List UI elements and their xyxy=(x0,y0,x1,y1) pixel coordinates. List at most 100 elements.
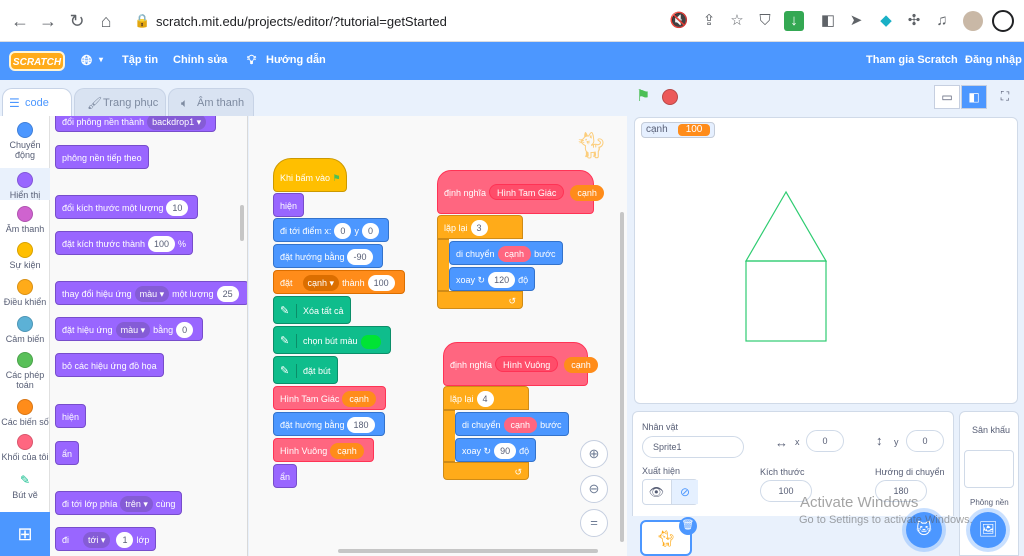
category-motion[interactable]: Chuyển động xyxy=(0,122,50,160)
block-set-size[interactable]: đặt kích thước thành 100% xyxy=(55,231,194,255)
download-icon[interactable]: ↓ xyxy=(784,11,804,31)
turn-degrees-input[interactable]: 90 xyxy=(494,443,517,459)
parameter-reporter[interactable]: cạnh xyxy=(564,357,598,373)
block-when-flag-clicked[interactable]: Khi bấm vào ⚑ xyxy=(273,158,347,192)
block-turn-right[interactable]: xoay ↻ 90 độ xyxy=(455,438,537,462)
tab-code[interactable]: ☰ code xyxy=(2,88,72,116)
block-move-steps[interactable]: di chuyển cạnh bước xyxy=(455,412,569,436)
horizontal-scrollbar[interactable] xyxy=(338,549,598,553)
block-turn-right[interactable]: xoay ↻ 120 độ xyxy=(449,267,536,291)
block-point-direction[interactable]: đặt hướng bằng -90 xyxy=(273,244,383,268)
block-call-square[interactable]: Hình Vuông cạnh xyxy=(273,438,374,462)
argument-reporter[interactable]: cạnh xyxy=(342,391,376,407)
category-pen[interactable]: ✎ Bút vẽ xyxy=(0,472,50,500)
share-icon[interactable]: ⇪ xyxy=(699,11,719,31)
arrow-right-icon[interactable]: → xyxy=(38,11,58,31)
block-hide[interactable]: ẩn xyxy=(273,464,298,488)
join-scratch-link[interactable]: Tham gia Scratch xyxy=(866,54,958,66)
argument-reporter[interactable]: cạnh xyxy=(497,246,532,262)
sprite-name-input[interactable]: Sprite1 xyxy=(642,436,744,458)
cursor-icon[interactable]: ➤ xyxy=(846,11,866,31)
reload-icon[interactable]: ↻ xyxy=(67,11,87,31)
tab-costumes[interactable]: 🖌︎ Trang phục xyxy=(74,88,166,116)
x-input[interactable]: 0 xyxy=(806,430,844,452)
argument-reporter[interactable]: cạnh xyxy=(330,443,364,459)
zoom-reset-button[interactable]: = xyxy=(580,509,608,537)
arrow-left-icon[interactable]: ← xyxy=(10,11,30,31)
block-set-variable[interactable]: đặt cạnh ▾ thành 100 xyxy=(273,270,405,294)
repeat-count-input[interactable]: 4 xyxy=(476,391,494,407)
extension-gem-icon[interactable]: ◆ xyxy=(876,11,896,31)
palette-scrollbar[interactable] xyxy=(240,205,244,241)
zoom-in-button[interactable]: ⊕ xyxy=(580,440,608,468)
block-goto-layer[interactable]: đi tới lớp phía trên ▾ cùng xyxy=(55,491,183,515)
category-operators[interactable]: Các phép toán xyxy=(0,352,50,390)
effect-dropdown[interactable]: màu ▾ xyxy=(134,286,170,302)
mute-icon[interactable]: 🔇 xyxy=(669,11,689,31)
x-input[interactable]: 0 xyxy=(334,223,352,239)
shield-icon[interactable]: ⛉ xyxy=(755,11,775,31)
profile-avatar[interactable] xyxy=(963,11,983,31)
block-erase-all[interactable]: ✎ Xóa tất cả xyxy=(273,296,351,324)
effect-amount-input[interactable]: 25 xyxy=(216,286,239,302)
category-looks[interactable]: Hiển thị xyxy=(0,168,50,200)
block-repeat[interactable]: lặp lại 4 xyxy=(443,386,529,410)
direction-dropdown[interactable]: tới ▾ xyxy=(83,532,111,548)
stop-button[interactable] xyxy=(662,89,678,105)
account-circle-icon[interactable] xyxy=(992,10,1014,32)
argument-reporter[interactable]: cạnh xyxy=(503,417,538,433)
star-icon[interactable]: ☆ xyxy=(727,11,747,31)
layers-input[interactable]: 1 xyxy=(116,532,134,548)
block-change-size[interactable]: đổi kích thước một lượng 10 xyxy=(55,195,199,219)
block-go-layers[interactable]: đi tới ▾ 1 lớp xyxy=(55,527,157,551)
block-define-square[interactable]: định nghĩa Hình Vuông cạnh xyxy=(443,342,598,386)
backdrop-thumbnail[interactable] xyxy=(964,450,1014,488)
block-repeat[interactable]: lặp lại 3 xyxy=(437,215,523,239)
block-point-direction[interactable]: đặt hướng bằng 180 xyxy=(273,412,385,436)
backdrop-dropdown[interactable]: backdrop1 ▾ xyxy=(147,116,207,130)
tab-sounds[interactable]: 🔈︎ Âm thanh xyxy=(168,88,254,116)
block-define-triangle[interactable]: định nghĩa Hình Tam Giác cạnh xyxy=(437,170,604,214)
stage[interactable]: cạnh 100 xyxy=(634,117,1018,404)
block-goto-xy[interactable]: đi tới điểm x: 0 y 0 xyxy=(273,218,389,242)
eye-icon[interactable]: 👁︎ xyxy=(643,480,670,504)
category-control[interactable]: Điều khiển xyxy=(0,279,50,307)
category-sound[interactable]: Âm thanh xyxy=(0,206,50,234)
extension-cube-icon[interactable]: ◧ xyxy=(818,11,838,31)
category-variables[interactable]: Các biến số xyxy=(0,399,50,427)
parameter-reporter[interactable]: cạnh xyxy=(570,185,604,201)
size-input[interactable]: 100 xyxy=(147,236,176,252)
layer-dropdown[interactable]: trên ▾ xyxy=(120,496,153,512)
turn-degrees-input[interactable]: 120 xyxy=(488,272,516,288)
block-clear-effects[interactable]: bỏ các hiệu ứng đồ họa xyxy=(55,353,164,377)
direction-input[interactable]: -90 xyxy=(347,249,373,265)
effect-dropdown[interactable]: màu ▾ xyxy=(115,322,151,338)
variable-dropdown[interactable]: cạnh ▾ xyxy=(302,275,340,291)
menu-file[interactable]: Tập tin xyxy=(122,54,158,66)
block-switch-backdrop[interactable]: đổi phông nền thành backdrop1 ▾ xyxy=(55,116,217,132)
pen-color-swatch[interactable] xyxy=(360,334,381,349)
sign-in-link[interactable]: Đăng nhập xyxy=(965,54,1022,66)
globe-icon[interactable]: 🌐︎ xyxy=(81,52,92,69)
effect-value-input[interactable]: 0 xyxy=(176,322,194,338)
menu-edit[interactable]: Chỉnh sửa xyxy=(173,54,227,66)
vertical-scrollbar[interactable] xyxy=(620,212,624,542)
zoom-out-button[interactable]: ⊖ xyxy=(580,475,608,503)
block-move-steps[interactable]: di chuyển cạnh bước xyxy=(449,241,563,265)
delete-sprite-button[interactable]: 🗑︎ xyxy=(679,517,697,535)
scratch-logo[interactable]: SCRATCH xyxy=(9,51,65,71)
block-next-backdrop[interactable]: phông nền tiếp theo xyxy=(55,145,149,169)
home-icon[interactable]: ⌂ xyxy=(96,11,116,31)
category-my-blocks[interactable]: Khối của tôi xyxy=(0,434,50,462)
add-extension-button[interactable]: ⊞ xyxy=(0,512,50,556)
choose-backdrop-button[interactable]: 🖼︎ xyxy=(970,512,1006,548)
menu-tutorials[interactable]: Hướng dẫn xyxy=(266,54,326,66)
direction-input[interactable]: 180 xyxy=(347,417,375,433)
block-change-effect[interactable]: thay đổi hiệu ứng màu ▾ một lượng 25 xyxy=(55,281,247,305)
block-set-effect[interactable]: đặt hiệu ứng màu ▾ bằng 0 xyxy=(55,317,204,341)
eye-hidden-icon[interactable]: ⊘ xyxy=(671,480,698,504)
block-pen-down[interactable]: ✎ đặt bút xyxy=(273,356,338,384)
normal-stage-button[interactable]: ◧ xyxy=(961,85,987,109)
small-stage-button[interactable]: ▭ xyxy=(934,85,960,109)
fullscreen-button[interactable]: ⛶ xyxy=(992,85,1018,109)
